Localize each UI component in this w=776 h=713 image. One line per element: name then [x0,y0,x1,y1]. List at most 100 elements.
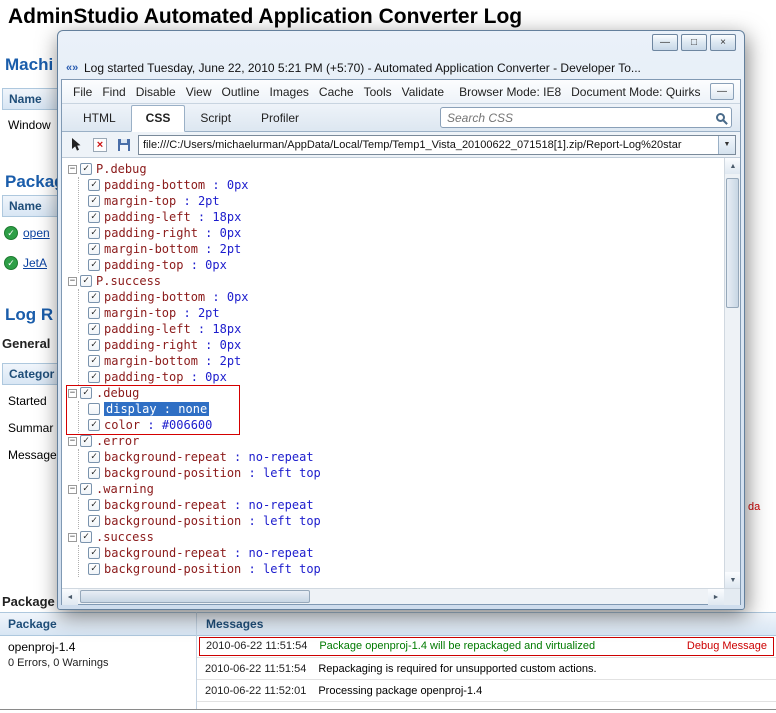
vertical-scroll-thumb[interactable] [726,178,739,308]
property-checkbox[interactable]: ✓ [88,451,100,463]
property-checkbox[interactable]: ✓ [88,227,100,239]
horizontal-scroll-thumb[interactable] [80,590,310,603]
browser-mode-label[interactable]: Browser Mode: IE8 [459,85,561,99]
css-property-row[interactable]: ✓background-position : left top [79,465,724,481]
css-property-row[interactable]: ✓margin-bottom : 2pt [79,241,724,257]
address-dropdown-button[interactable]: ▼ [718,136,735,154]
property-checkbox[interactable]: ✓ [88,195,100,207]
search-input[interactable] [447,111,712,125]
css-selector-row[interactable]: −✓.debug [66,385,724,401]
css-selector-row[interactable]: −✓.success [66,529,724,545]
css-property-row[interactable]: ✓padding-right : 0px [79,225,724,241]
css-property-row[interactable]: ✓margin-top : 2pt [79,305,724,321]
property-separator: : [140,418,162,432]
collapse-toggle-icon[interactable]: − [68,437,77,446]
css-property-row[interactable]: ✓padding-top : 0px [79,369,724,385]
css-property-row[interactable]: ✓padding-left : 18px [79,209,724,225]
property-value: 2pt [198,194,220,208]
package-link[interactable]: JetA [23,256,47,270]
address-bar[interactable]: file:///C:/Users/michaelurman/AppData/Lo… [138,135,736,155]
rule-checkbox[interactable]: ✓ [80,275,92,287]
property-checkbox[interactable]: ✓ [88,419,100,431]
css-selector-row[interactable]: −✓P.debug [66,161,724,177]
menu-validate[interactable]: Validate [397,83,449,101]
rule-checkbox[interactable]: ✓ [80,387,92,399]
minimize-button[interactable]: — [652,34,678,51]
menu-view[interactable]: View [181,83,217,101]
css-property-row[interactable]: ✓margin-bottom : 2pt [79,353,724,369]
package-link[interactable]: open [23,226,50,240]
css-property-row[interactable]: ✓background-repeat : no-repeat [79,545,724,561]
property-checkbox[interactable]: ✓ [88,499,100,511]
select-element-button[interactable] [66,135,86,155]
property-checkbox[interactable]: ✓ [88,307,100,319]
menu-disable[interactable]: Disable [131,83,181,101]
clear-highlight-button[interactable]: × [90,135,110,155]
collapse-toggle-icon[interactable]: − [68,485,77,494]
property-checkbox[interactable]: ✓ [88,323,100,335]
horizontal-scrollbar[interactable]: ◄ ► [62,588,740,604]
css-property-row[interactable]: ✓background-repeat : no-repeat [79,449,724,465]
menu-cache[interactable]: Cache [314,83,359,101]
vertical-scrollbar[interactable]: ▲ ▼ [724,158,740,588]
property-checkbox[interactable]: ✓ [88,563,100,575]
css-property-row[interactable]: ✓background-position : left top [79,513,724,529]
property-checkbox[interactable]: ✓ [88,211,100,223]
tab-profiler[interactable]: Profiler [246,105,314,131]
save-button[interactable] [114,135,134,155]
css-property-row[interactable]: ✓background-position : left top [79,561,724,577]
menu-file[interactable]: File [68,83,97,101]
menu-images[interactable]: Images [265,83,314,101]
property-checkbox[interactable]: ✓ [88,339,100,351]
property-checkbox[interactable]: ✓ [88,291,100,303]
close-button[interactable]: × [710,34,736,51]
property-checkbox[interactable] [88,403,100,415]
search-icon[interactable] [716,113,725,122]
bottom-messages-header: Messages [197,617,263,631]
collapse-toggle-icon[interactable]: − [68,277,77,286]
tab-css[interactable]: CSS [131,105,186,132]
tab-script[interactable]: Script [185,105,246,131]
css-property-row[interactable]: ✓background-repeat : no-repeat [79,497,724,513]
rule-checkbox[interactable]: ✓ [80,163,92,175]
scroll-up-arrow[interactable]: ▲ [725,158,740,174]
css-property-row[interactable]: ✓padding-bottom : 0px [79,289,724,305]
scroll-right-arrow[interactable]: ► [708,589,724,605]
css-selector-row[interactable]: −✓.warning [66,481,724,497]
collapse-toggle-icon[interactable]: − [68,533,77,542]
css-property-row[interactable]: ✓margin-top : 2pt [79,193,724,209]
menu-find[interactable]: Find [97,83,130,101]
css-property-row[interactable]: ✓padding-left : 18px [79,321,724,337]
menu-tools[interactable]: Tools [359,83,397,101]
maximize-button[interactable]: □ [681,34,707,51]
css-property-row[interactable]: ✓padding-top : 0px [79,257,724,273]
property-checkbox[interactable]: ✓ [88,467,100,479]
pin-button[interactable]: — [710,83,734,100]
collapse-toggle-icon[interactable]: − [68,389,77,398]
property-checkbox[interactable]: ✓ [88,243,100,255]
title-bar[interactable]: — □ × «» Log started Tuesday, June 22, 2… [58,31,744,79]
collapse-toggle-icon[interactable]: − [68,165,77,174]
property-checkbox[interactable]: ✓ [88,259,100,271]
property-checkbox[interactable]: ✓ [88,547,100,559]
scroll-down-arrow[interactable]: ▼ [725,572,740,588]
scroll-left-arrow[interactable]: ◄ [62,589,78,605]
document-mode-label[interactable]: Document Mode: Quirks [571,85,700,99]
css-property-row[interactable]: ✓color : #006600 [79,417,724,433]
rule-checkbox[interactable]: ✓ [80,531,92,543]
rule-checkbox[interactable]: ✓ [80,483,92,495]
css-property-row[interactable]: display : none [79,401,724,417]
css-selector-row[interactable]: −✓P.success [66,273,724,289]
css-property-row[interactable]: ✓padding-right : 0px [79,337,724,353]
rule-checkbox[interactable]: ✓ [80,435,92,447]
menu-outline[interactable]: Outline [217,83,265,101]
tab-html[interactable]: HTML [68,105,131,131]
property-checkbox[interactable]: ✓ [88,355,100,367]
css-selector-row[interactable]: −✓.error [66,433,724,449]
machine-section-heading: Machi [5,55,53,75]
property-checkbox[interactable]: ✓ [88,179,100,191]
property-checkbox[interactable]: ✓ [88,515,100,527]
property-checkbox[interactable]: ✓ [88,371,100,383]
package-link-row: ✓open [4,218,50,248]
css-property-row[interactable]: ✓padding-bottom : 0px [79,177,724,193]
